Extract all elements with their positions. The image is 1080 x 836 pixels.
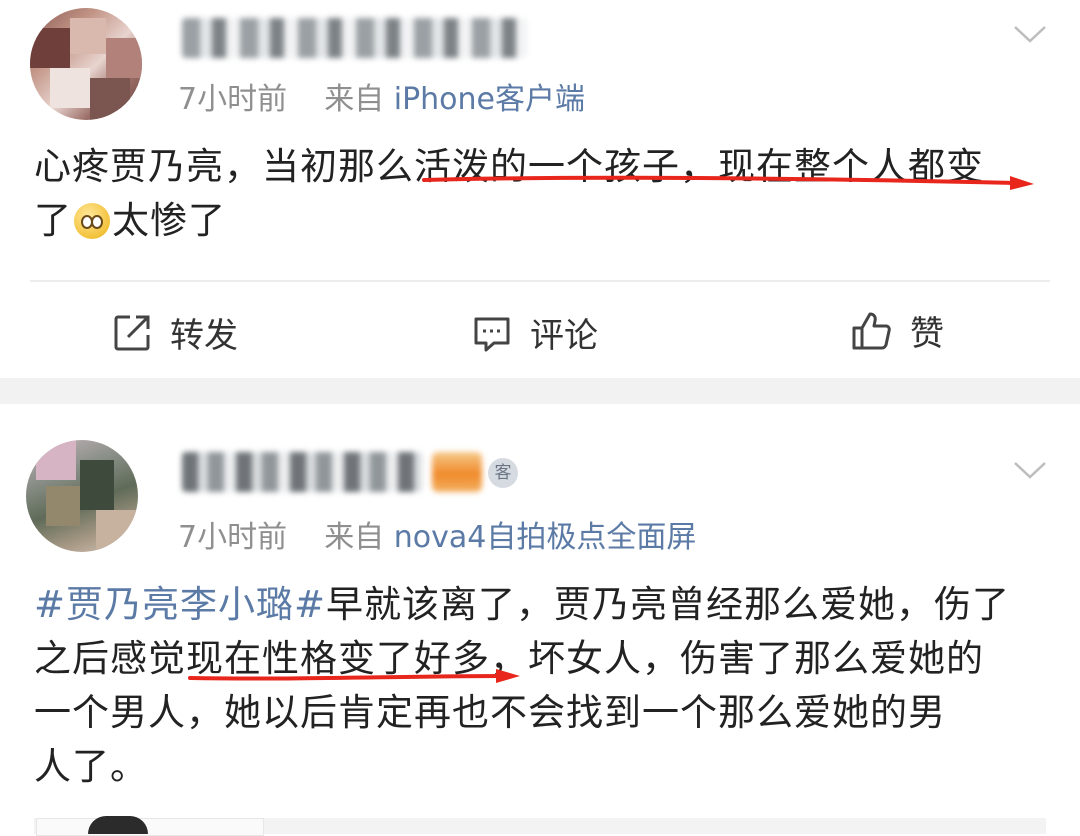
repost-button[interactable]: 转发	[112, 308, 238, 357]
post-text-fragment: 早就该离了，贾乃亮曾经那么爱她，伤了	[326, 583, 1011, 626]
quoted-post-thumbnail	[36, 818, 264, 836]
hashtag-link[interactable]: #贾乃亮李小璐#	[34, 583, 326, 626]
repost-icon	[114, 315, 150, 350]
comment-label: 评论	[530, 316, 598, 356]
like-button[interactable]: 赞	[850, 306, 944, 355]
post-body: 心疼贾乃亮，当初那么活泼的一个孩子，现在整个人都变 了太惨了	[34, 142, 1054, 246]
comment-icon	[474, 317, 510, 351]
username-blurred[interactable]	[182, 452, 422, 492]
post-time: 7小时前	[178, 82, 288, 117]
post-time: 7小时前	[178, 520, 288, 555]
post-source[interactable]: iPhone客户端	[394, 82, 585, 117]
post-meta: 7小时前 来自 nova4自拍极点全面屏	[178, 512, 696, 556]
username-blurred[interactable]	[182, 18, 527, 58]
post-meta: 7小时前 来自 iPhone客户端	[178, 74, 585, 118]
source-prefix: 来自	[324, 520, 385, 555]
divider	[30, 280, 1050, 282]
thumbs-up-icon	[852, 312, 891, 349]
red-underline-mark	[422, 175, 1034, 190]
avatar[interactable]	[30, 8, 142, 120]
post-text-line: 人了。	[34, 745, 148, 788]
post-text-fragment: 太惨了	[112, 199, 226, 242]
post-text-fragment: 了	[34, 199, 72, 242]
post-source[interactable]: nova4自拍极点全面屏	[394, 520, 697, 555]
chevron-down-icon[interactable]	[1013, 460, 1047, 480]
source-prefix: 来自	[324, 82, 385, 117]
post-text-line: 一个男人，她以后肯定再也不会找到一个那么爱她的男	[34, 691, 946, 734]
comment-button[interactable]: 评论	[472, 308, 598, 357]
like-label: 赞	[910, 314, 944, 354]
chevron-down-icon[interactable]	[1013, 24, 1047, 44]
post-separator	[0, 378, 1080, 404]
worried-face-emoji-icon	[74, 203, 110, 239]
verified-badge-icon: 客	[488, 458, 518, 488]
repost-label: 转发	[170, 316, 238, 356]
avatar[interactable]	[26, 440, 138, 552]
quoted-post-image	[88, 816, 148, 834]
member-badge-icon	[432, 452, 482, 492]
red-underline-mark	[188, 669, 520, 683]
